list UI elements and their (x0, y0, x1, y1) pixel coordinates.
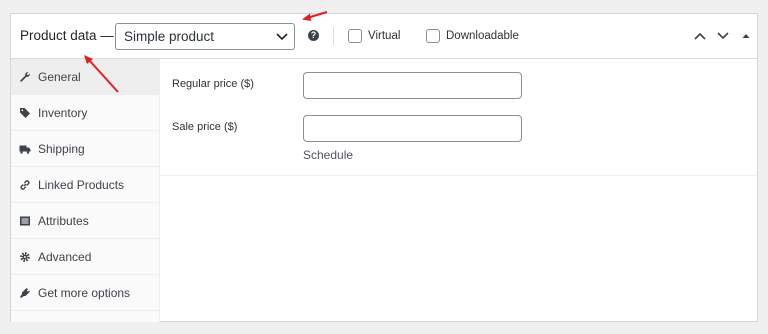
list-icon (20, 216, 30, 225)
link-icon (20, 179, 30, 190)
move-up-icon[interactable] (694, 31, 706, 41)
tab-general[interactable]: General (11, 59, 159, 95)
tab-label: Get more options (38, 285, 131, 300)
regular-price-label: Regular price ($) (172, 78, 254, 90)
product-type-value: Simple product (124, 29, 215, 44)
panel-title: Product data — (20, 28, 114, 43)
downloadable-label: Downloadable (446, 30, 519, 42)
tab-label: Linked Products (38, 177, 125, 192)
header-divider (333, 27, 334, 45)
virtual-checkbox[interactable] (348, 29, 362, 43)
wrench-icon (20, 71, 30, 82)
tab-label: Advanced (38, 249, 92, 264)
help-icon[interactable]: ? (308, 30, 319, 41)
tab-label: Attributes (38, 213, 89, 228)
virtual-option[interactable]: Virtual (348, 29, 400, 43)
product-data-tabs: General Inventory Shipping Linked Produc… (11, 59, 160, 322)
tab-label: General (38, 69, 81, 84)
tab-get-more-options[interactable]: Get more options (11, 275, 159, 311)
truck-icon (19, 145, 31, 154)
move-down-icon[interactable] (717, 31, 729, 41)
toggle-panel-icon[interactable] (740, 31, 752, 41)
tag-icon (20, 107, 30, 118)
general-options-panel: Regular price ($) Sale price ($) Schedul… (160, 59, 757, 176)
downloadable-checkbox[interactable] (426, 29, 440, 43)
gear-icon (20, 251, 30, 262)
chevron-down-icon (276, 33, 288, 41)
tab-inventory[interactable]: Inventory (11, 95, 159, 131)
product-type-select[interactable]: Simple product (115, 23, 295, 50)
downloadable-option[interactable]: Downloadable (426, 29, 519, 43)
tab-linked-products[interactable]: Linked Products (11, 167, 159, 203)
panel-header: Product data — Simple product ? Virtual … (11, 14, 757, 59)
tab-label: Inventory (38, 105, 88, 120)
sale-price-label: Sale price ($) (172, 121, 238, 133)
tab-advanced[interactable]: Advanced (11, 239, 159, 275)
tab-label: Shipping (38, 141, 85, 156)
sale-price-input[interactable] (303, 115, 522, 142)
schedule-link[interactable]: Schedule (303, 148, 353, 162)
product-data-panel: Product data — Simple product ? Virtual … (10, 13, 758, 322)
tab-attributes[interactable]: Attributes (11, 203, 159, 239)
regular-price-input[interactable] (303, 72, 522, 99)
virtual-label: Virtual (368, 30, 401, 42)
tab-shipping[interactable]: Shipping (11, 131, 159, 167)
plugin-icon (20, 287, 30, 298)
